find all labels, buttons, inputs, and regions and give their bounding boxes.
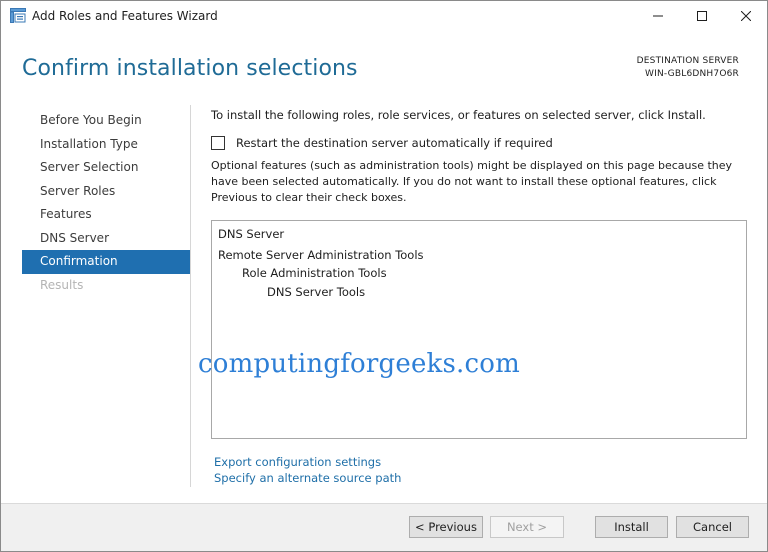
next-button: Next >	[490, 516, 564, 538]
nav-item-before-you-begin[interactable]: Before You Begin	[22, 109, 190, 133]
cancel-button[interactable]: Cancel	[676, 516, 749, 538]
server-manager-app-icon	[10, 8, 26, 23]
nav-divider	[190, 105, 191, 487]
nav-item-confirmation[interactable]: Confirmation	[22, 250, 190, 274]
selection-dns-server-tools: DNS Server Tools	[267, 285, 366, 299]
wizard-nav: Before You Begin Installation Type Serve…	[22, 109, 190, 297]
nav-item-server-roles[interactable]: Server Roles	[22, 180, 190, 204]
nav-item-server-selection[interactable]: Server Selection	[22, 156, 190, 180]
wizard-window: Add Roles and Features Wizard Confirm in…	[0, 0, 768, 552]
maximize-icon	[697, 11, 707, 21]
page-title: Confirm installation selections	[22, 56, 358, 81]
watermark-text: computingforgeeks.com	[198, 349, 520, 379]
restart-option[interactable]: Restart the destination server automatic…	[211, 136, 553, 150]
export-configuration-link[interactable]: Export configuration settings	[214, 455, 381, 469]
maximize-button[interactable]	[679, 1, 725, 31]
window-title: Add Roles and Features Wizard	[32, 9, 218, 23]
minimize-icon	[653, 15, 663, 17]
previous-button[interactable]: < Previous	[409, 516, 483, 538]
title-bar[interactable]: Add Roles and Features Wizard	[1, 1, 767, 31]
selection-dns-server: DNS Server	[218, 227, 285, 241]
destination-server-name: WIN-GBL6DNH7O6R	[645, 69, 739, 79]
nav-item-installation-type[interactable]: Installation Type	[22, 133, 190, 157]
restart-checkbox[interactable]	[211, 136, 225, 150]
nav-item-features[interactable]: Features	[22, 203, 190, 227]
close-button[interactable]	[723, 1, 768, 31]
intro-text: To install the following roles, role ser…	[211, 108, 706, 122]
nav-item-results: Results	[40, 277, 84, 292]
selections-list: DNS Server Remote Server Administration …	[211, 220, 747, 439]
restart-checkbox-label[interactable]: Restart the destination server automatic…	[236, 136, 553, 150]
selection-role-admin-tools: Role Administration Tools	[242, 266, 387, 280]
selection-rsat: Remote Server Administration Tools	[218, 248, 424, 262]
wizard-footer: < Previous Next > Install Cancel	[1, 503, 767, 551]
minimize-button[interactable]	[635, 1, 681, 31]
close-icon	[741, 11, 751, 21]
install-button[interactable]: Install	[595, 516, 668, 538]
alternate-source-link[interactable]: Specify an alternate source path	[214, 471, 401, 485]
destination-server-label: DESTINATION SERVER	[636, 56, 739, 66]
optional-features-note: Optional features (such as administratio…	[211, 159, 733, 204]
nav-item-dns-server[interactable]: DNS Server	[22, 227, 190, 251]
